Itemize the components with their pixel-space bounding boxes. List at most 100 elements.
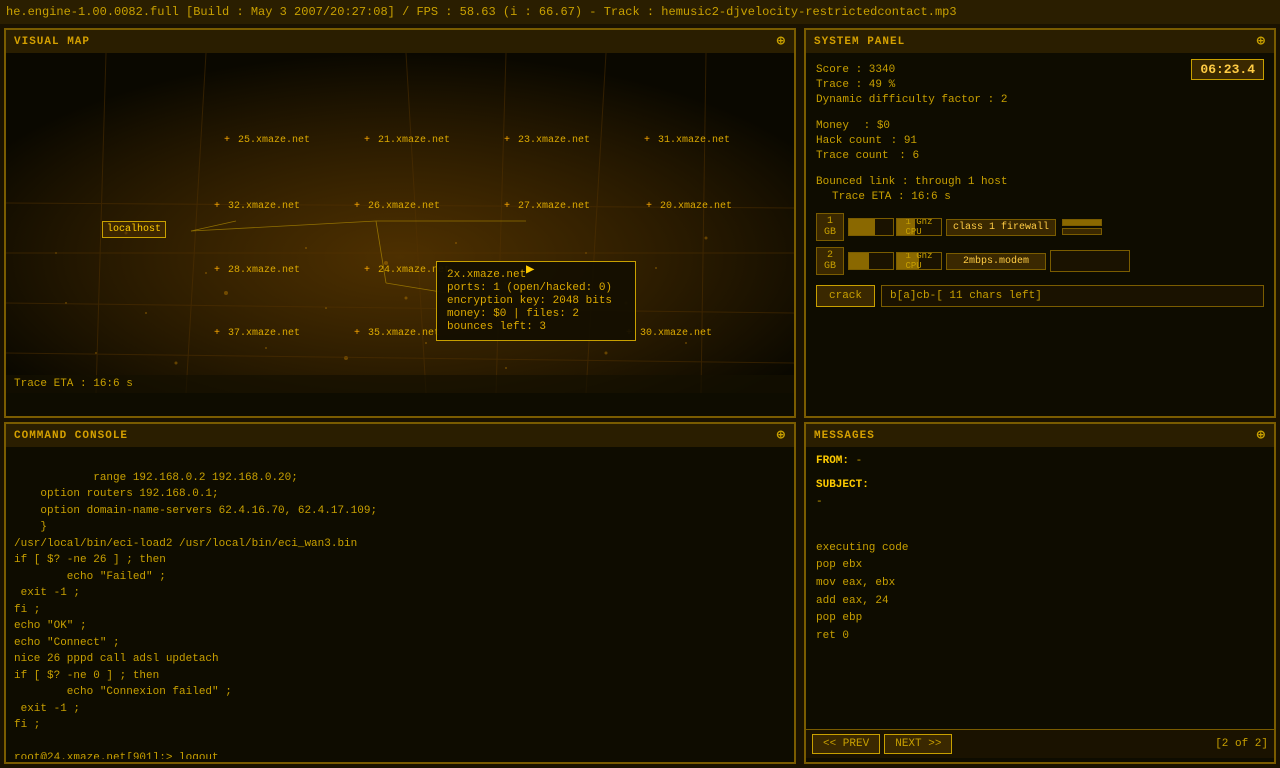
trace-row: Trace : 49 % — [816, 79, 1007, 91]
console-title: COMMAND CONSOLE — [14, 430, 128, 442]
sys-trace-eta-label: Trace ETA : 16:6 s — [832, 191, 951, 203]
node-20-label: 20.xmaze.net — [660, 201, 732, 212]
console-panel: COMMAND CONSOLE ⊕ range 192.168.0.2 192.… — [4, 422, 796, 764]
node-37[interactable]: 37.xmaze.net — [214, 328, 300, 339]
node-31[interactable]: 31.xmaze.net — [644, 135, 730, 146]
tooltip-bounces: bounces left: 3 — [447, 321, 625, 333]
node-27-label: 27.xmaze.net — [518, 201, 590, 212]
system-panel-icon: ⊕ — [1257, 33, 1266, 50]
hack-count-label: Hack count — [816, 135, 882, 147]
system-content: Score : 3340 Trace : 49 % Dynamic diffic… — [806, 53, 1274, 413]
system-panel: SYSTEM PANEL ⊕ Score : 3340 Trace : 49 %… — [804, 28, 1276, 418]
system-panel-header: SYSTEM PANEL ⊕ — [806, 30, 1274, 53]
node-25-label: 25.xmaze.net — [238, 135, 310, 146]
body-line-2: mov eax, ebx — [816, 575, 1264, 593]
hw-bar-1b: 1 GhzCPU — [896, 218, 942, 236]
hw-cpu-1-label: 1 GhzCPU — [905, 218, 932, 236]
subject-value: - — [816, 496, 823, 508]
hw-modem-text: 2mbps.modem — [963, 256, 1029, 267]
node-31-label: 31.xmaze.net — [658, 135, 730, 146]
hw-modem-label: 2mbps.modem — [946, 253, 1046, 270]
console-text: range 192.168.0.2 192.168.0.20; option r… — [14, 472, 377, 760]
subject-label: SUBJECT: — [816, 479, 869, 491]
title-bar: he.engine-1.00.0082.full [Build : May 3 … — [0, 0, 1280, 24]
tooltip-ports: ports: 1 (open/hacked: 0) — [447, 282, 625, 294]
body-line-4: pop ebp — [816, 610, 1264, 628]
subject-value-row: - — [816, 494, 1264, 512]
ddf-row: Dynamic difficulty factor : 2 — [816, 94, 1007, 106]
body-line-3: add eax, 24 — [816, 593, 1264, 611]
node-23-label: 23.xmaze.net — [518, 135, 590, 146]
hw-firewall-text: class 1 firewall — [953, 222, 1049, 233]
messages-footer: << PREV NEXT >> [2 of 2] — [806, 729, 1274, 758]
node-21[interactable]: 21.xmaze.net — [364, 135, 450, 146]
console-content[interactable]: range 192.168.0.2 192.168.0.20; option r… — [6, 447, 794, 759]
trace-count-label: Trace count — [816, 150, 889, 162]
from-row: FROM: - — [816, 453, 1264, 471]
from-label: FROM: — [816, 455, 849, 467]
node-28[interactable]: 28.xmaze.net — [214, 265, 300, 276]
bounced-row: Bounced link : through 1 host — [816, 176, 1264, 188]
node-tooltip: 2x.xmaze.net ports: 1 (open/hacked: 0) e… — [436, 261, 636, 341]
node-35[interactable]: 35.xmaze.net — [354, 328, 440, 339]
console-header: COMMAND CONSOLE ⊕ — [6, 424, 794, 447]
tooltip-money: money: $0 | files: 2 — [447, 308, 625, 320]
executing-label: executing code — [816, 540, 1264, 558]
hw-bar-2b: 1 GhzCPU — [896, 252, 942, 270]
messages-header: MESSAGES ⊕ — [806, 424, 1274, 447]
node-20[interactable]: 20.xmaze.net — [646, 201, 732, 212]
hw-bar-container-1: 1 GhzCPU — [848, 218, 942, 236]
messages-panel: MESSAGES ⊕ FROM: - SUBJECT: - executing … — [804, 422, 1276, 764]
node-32-label: 32.xmaze.net — [228, 201, 300, 212]
node-37-label: 37.xmaze.net — [228, 328, 300, 339]
hw-row-2: 2GB 1 GhzCPU 2mbps.modem — [816, 247, 1264, 275]
subject-row: SUBJECT: — [816, 477, 1264, 495]
messages-title: MESSAGES — [814, 430, 875, 442]
node-35-label: 35.xmaze.net — [368, 328, 440, 339]
money-row: Money : $0 — [816, 120, 1264, 132]
money-label: Money — [816, 120, 849, 132]
localhost-node[interactable]: localhost — [102, 221, 166, 238]
from-value: - — [856, 455, 863, 467]
crack-button[interactable]: crack — [816, 285, 875, 307]
node-26-label: 26.xmaze.net — [368, 201, 440, 212]
hardware-section: 1GB 1 GhzCPU class 1 firewall — [816, 213, 1264, 275]
hw-gb-1: 1GB — [816, 213, 844, 241]
crack-input[interactable] — [881, 285, 1264, 307]
trace-count-row: Trace count : 6 — [816, 150, 1264, 162]
node-23[interactable]: 23.xmaze.net — [504, 135, 590, 146]
message-count: [2 of 2] — [1215, 738, 1268, 750]
map-content: localhost 25.xmaze.net 21.xmaze.net 23.x… — [6, 53, 794, 393]
tooltip-node: 2x.xmaze.net — [447, 269, 625, 281]
node-26[interactable]: 26.xmaze.net — [354, 201, 440, 212]
hw-bar-2a — [848, 252, 894, 270]
ddf-label: Dynamic difficulty factor : 2 — [816, 94, 1007, 106]
body-line-5: ret 0 — [816, 628, 1264, 646]
visual-map-header: VISUAL MAP ⊕ — [6, 30, 794, 53]
title-text: he.engine-1.00.0082.full [Build : May 3 … — [6, 5, 957, 19]
sys-trace-eta-row: Trace ETA : 16:6 s — [832, 191, 1264, 203]
tooltip-encryption: encryption key: 2048 bits — [447, 295, 625, 307]
body-executing: executing code pop ebx mov eax, ebx add … — [816, 540, 1264, 646]
money-value: $0 — [877, 120, 890, 132]
hw-black-box — [1050, 250, 1130, 272]
node-32[interactable]: 32.xmaze.net — [214, 201, 300, 212]
hw-gb-2: 2GB — [816, 247, 844, 275]
hack-count-value: 91 — [904, 135, 917, 147]
system-panel-title: SYSTEM PANEL — [814, 36, 905, 48]
node-28-label: 28.xmaze.net — [228, 265, 300, 276]
map-trace-eta: Trace ETA : 16:6 s — [6, 375, 794, 393]
cursor-indicator: ▶ — [526, 261, 534, 278]
node-30[interactable]: 30.xmaze.net — [626, 328, 712, 339]
hw-firewall-bars — [1062, 219, 1102, 235]
score-row: Score : 3340 — [816, 64, 1007, 76]
trace-count-value: 6 — [912, 150, 919, 162]
prev-button[interactable]: << PREV — [812, 734, 880, 754]
trace-label: Trace : 49 % — [816, 79, 895, 91]
node-25[interactable]: 25.xmaze.net — [224, 135, 310, 146]
timer-display: 06:23.4 — [1191, 59, 1264, 80]
next-button[interactable]: NEXT >> — [884, 734, 952, 754]
hw-bar-container-2: 1 GhzCPU — [848, 252, 942, 270]
node-27[interactable]: 27.xmaze.net — [504, 201, 590, 212]
messages-icon: ⊕ — [1257, 427, 1266, 444]
